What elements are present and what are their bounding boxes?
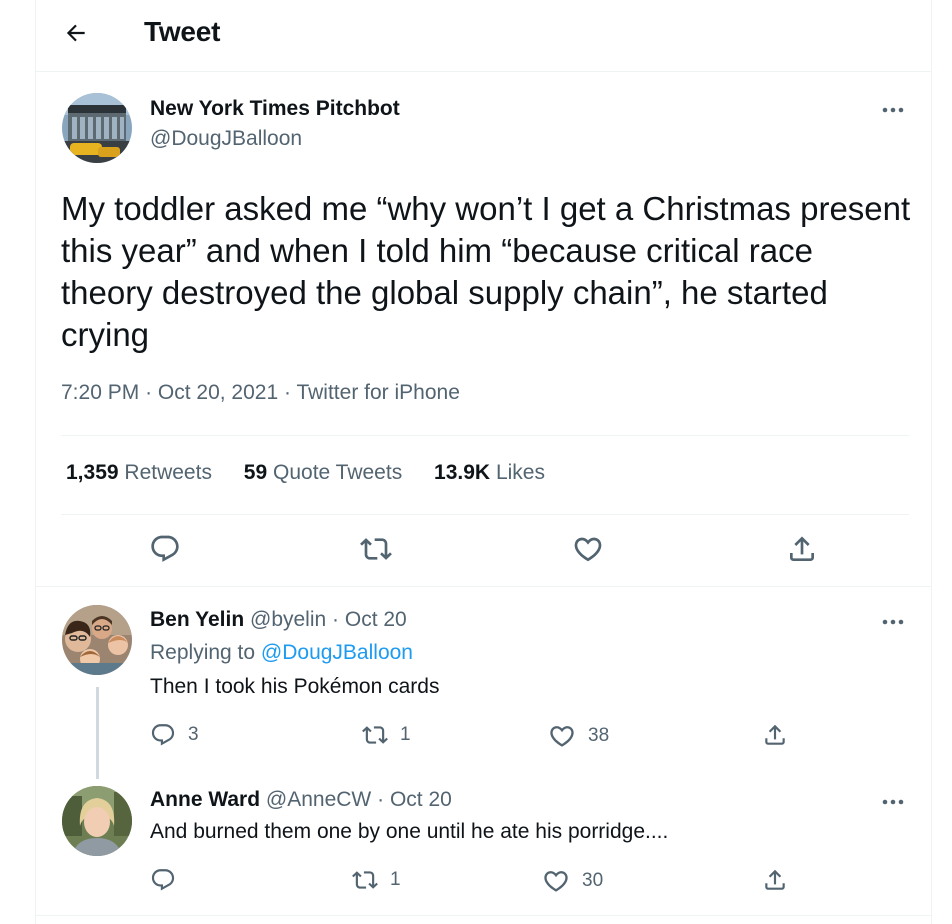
more-icon: [882, 107, 904, 113]
reply-icon: [151, 869, 175, 891]
more-icon: [882, 619, 904, 625]
like-button[interactable]: 38: [548, 722, 609, 750]
page-title: Tweet: [144, 16, 221, 47]
reply-button[interactable]: 3: [150, 722, 199, 748]
thread-line: [96, 687, 99, 779]
reply-avatar[interactable]: [62, 786, 132, 856]
retweet-icon: [360, 538, 392, 560]
reply-author-handle[interactable]: @AnneCW: [266, 788, 371, 811]
quotes-label: Quote Tweets: [273, 461, 403, 484]
tweet-source[interactable]: Twitter for iPhone: [296, 381, 459, 404]
like-button[interactable]: 30: [542, 867, 603, 895]
tweet-text: My toddler asked me “why won’t I get a C…: [61, 190, 911, 353]
divider: [61, 514, 909, 515]
back-button[interactable]: [58, 15, 94, 51]
author-handle[interactable]: @DougJBalloon: [150, 127, 302, 151]
retweet-count: 1: [400, 724, 411, 745]
divider: [61, 435, 909, 436]
reply-text: And burned them one by one until he ate …: [150, 820, 669, 843]
quote-tweets-stat[interactable]: 59 Quote Tweets: [244, 461, 402, 485]
like-icon: [544, 871, 568, 892]
author-avatar[interactable]: [62, 93, 132, 163]
divider: [36, 586, 931, 587]
tweet-metadata: 7:20 PM · Oct 20, 2021 · Twitter for iPh…: [61, 381, 460, 405]
reply-separator: ·: [377, 788, 385, 811]
meta-separator: ·: [145, 381, 153, 404]
meta-separator: ·: [284, 381, 291, 404]
share-icon: [765, 869, 785, 890]
retweet-button[interactable]: 1: [352, 867, 401, 893]
retweets-count: 1,359: [66, 461, 119, 484]
more-icon: [882, 799, 904, 805]
replying-to-prefix: Replying to: [150, 641, 256, 664]
tweet-time[interactable]: 7:20 PM: [61, 381, 139, 404]
reply-icon: [151, 724, 175, 746]
like-icon: [574, 537, 602, 562]
replying-to-link[interactable]: @DougJBalloon: [261, 641, 413, 664]
reply-author-handle[interactable]: @byelin: [250, 608, 326, 631]
like-count: 38: [588, 725, 610, 746]
reply-author-name[interactable]: Ben Yelin: [150, 608, 244, 631]
tweet-more-button[interactable]: [878, 100, 908, 120]
share-icon: [790, 536, 814, 561]
share-icon: [765, 724, 785, 745]
replying-to: Replying to @DougJBalloon: [150, 641, 413, 665]
reply-more-button[interactable]: [878, 612, 908, 632]
like-button[interactable]: [572, 533, 604, 565]
likes-count: 13.9K: [434, 461, 491, 484]
back-arrow-icon: [66, 24, 85, 42]
like-count: 30: [582, 870, 604, 891]
reply-more-button[interactable]: [878, 792, 908, 812]
reply-header: Ben Yelin @byelin · Oct 20: [150, 608, 407, 632]
retweets-stat[interactable]: 1,359 Retweets: [66, 461, 212, 485]
quotes-count: 59: [243, 461, 268, 484]
reply-icon: [151, 535, 179, 562]
tweet-stats: 1,359 Retweets 59 Quote Tweets 13.9K Lik…: [66, 461, 571, 485]
reply-separator: ·: [332, 608, 340, 631]
tweet-date[interactable]: Oct 20, 2021: [158, 381, 278, 404]
retweets-label: Retweets: [124, 461, 212, 484]
share-button[interactable]: [786, 533, 818, 565]
reply-button[interactable]: [150, 867, 176, 893]
tweet-page: Tweet New York Times Pitchbot @DougJBall…: [35, 0, 932, 924]
retweet-count: 1: [390, 869, 401, 890]
share-button[interactable]: [762, 867, 788, 893]
reply-date[interactable]: Oct 20: [345, 608, 407, 631]
reply-author-name[interactable]: Anne Ward: [150, 788, 260, 811]
page-header: Tweet: [36, 0, 931, 72]
reply-date[interactable]: Oct 20: [390, 788, 452, 811]
like-icon: [550, 726, 574, 747]
retweet-icon: [352, 871, 378, 889]
likes-label: Likes: [495, 461, 545, 484]
author-name[interactable]: New York Times Pitchbot: [150, 97, 400, 121]
reply-avatar[interactable]: [62, 605, 132, 675]
reply-button[interactable]: [149, 533, 181, 565]
reply-count: 3: [188, 724, 199, 745]
reply-header: Anne Ward @AnneCW · Oct 20: [150, 788, 452, 812]
retweet-icon: [362, 726, 388, 744]
reply-text: Then I took his Pokémon cards: [150, 675, 440, 698]
retweet-button[interactable]: 1: [362, 722, 411, 748]
divider: [36, 915, 931, 916]
share-button[interactable]: [762, 722, 788, 748]
retweet-button[interactable]: [360, 533, 392, 565]
likes-stat[interactable]: 13.9K Likes: [434, 461, 545, 485]
